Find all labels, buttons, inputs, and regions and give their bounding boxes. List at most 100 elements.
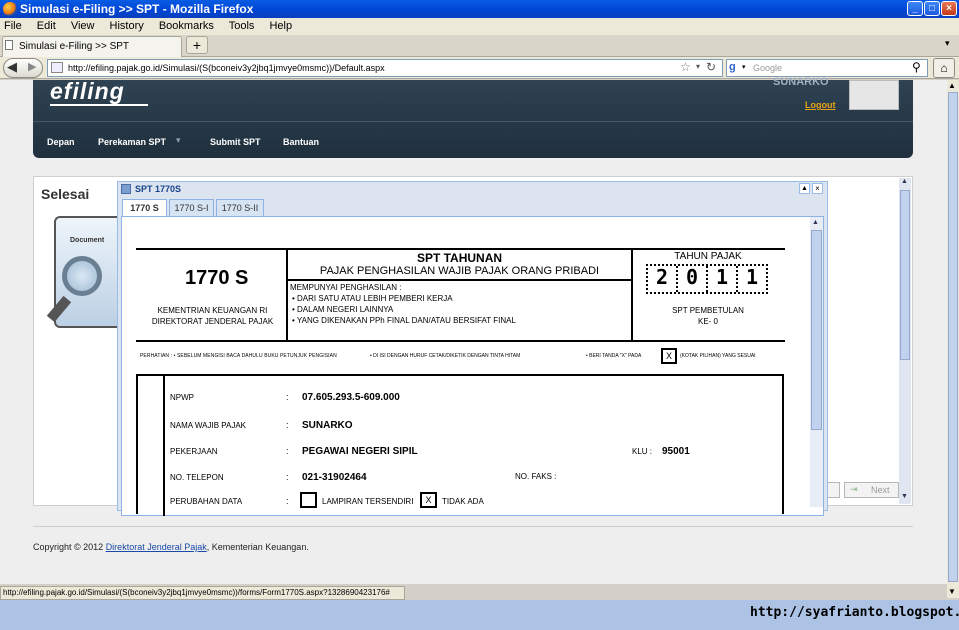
income-bullet: • YANG DIKENAKAN PPh FINAL DAN/ATAU BERS… <box>292 316 516 325</box>
tab-1770s-ii[interactable]: 1770 S-II <box>216 199 264 216</box>
page-title: Selesai <box>41 186 90 202</box>
tab-1770s[interactable]: 1770 S <box>122 199 167 216</box>
menu-view[interactable]: View <box>71 20 95 32</box>
avatar <box>849 80 899 110</box>
form-scroll-thumb[interactable] <box>811 230 822 430</box>
copyright-prefix: Copyright © 2012 <box>33 542 106 552</box>
logo-underline <box>50 104 148 106</box>
logout-link[interactable]: Logout <box>805 100 836 110</box>
tax-year-label: TAHUN PAJAK <box>674 251 742 262</box>
tax-year-digit: 2 <box>655 265 669 289</box>
taxpayer-data-box <box>136 374 784 514</box>
faks-label: NO. FAKS : <box>515 472 557 481</box>
reload-icon[interactable]: ↻ <box>706 60 716 74</box>
menu-bar: File Edit View History Bookmarks Tools H… <box>0 18 959 35</box>
tidak-ada-label: TIDAK ADA <box>442 497 484 506</box>
colon: : <box>286 420 289 430</box>
npwp-label: NPWP <box>170 393 194 402</box>
djp-link[interactable]: Direktorat Jenderal Pajak <box>106 542 207 552</box>
telepon-value: 021-31902464 <box>302 472 367 483</box>
form-scroll-up-icon[interactable]: ▲ <box>812 219 819 226</box>
username: SUNARKO <box>773 76 829 88</box>
lampiran-label: LAMPIRAN TERSENDIRI <box>322 497 414 506</box>
colon: : <box>286 496 289 506</box>
income-heading: MEMPUNYAI PENGHASILAN : <box>290 283 402 292</box>
issuer-line-1: KEMENTRIAN KEUANGAN RI <box>157 306 268 315</box>
menu-bookmarks[interactable]: Bookmarks <box>159 20 214 32</box>
lampiran-checkbox[interactable] <box>300 492 317 508</box>
search-engine-dropdown-icon[interactable]: ▾ <box>742 63 746 71</box>
page-icon <box>5 40 13 50</box>
npwp-value: 07.605.293.5-609.000 <box>302 392 400 403</box>
copyright: Copyright © 2012 Direktorat Jenderal Paj… <box>33 542 309 552</box>
klu-label: KLU : <box>632 447 653 456</box>
menu-file[interactable]: File <box>4 20 22 32</box>
content-scroll-up-icon[interactable]: ▲ <box>901 178 908 185</box>
magnifier-icon <box>62 256 102 296</box>
forward-arrow-icon[interactable]: ▶ <box>28 60 36 73</box>
efiling-logo: efiling <box>50 78 125 104</box>
spt-subtitle: PAJAK PENGHASILAN WAJIB PAJAK ORANG PRIB… <box>319 265 600 277</box>
new-tab-button[interactable]: + <box>186 36 208 54</box>
search-input[interactable]: Google <box>726 59 928 77</box>
pekerjaan-label: PEKERJAAN <box>170 447 218 456</box>
site-identity-icon[interactable] <box>51 62 63 73</box>
colon: : <box>286 446 289 456</box>
menu-help[interactable]: Help <box>269 20 292 32</box>
amendment-line-2: KE- 0 <box>697 317 718 326</box>
klu-value: 95001 <box>662 446 690 457</box>
notice-text: • BERI TANDA "X" PADA <box>586 353 642 359</box>
home-icon[interactable]: ⌂ <box>933 58 955 78</box>
search-icon[interactable]: ⚲ <box>912 60 921 74</box>
colon: : <box>286 392 289 402</box>
tidak-ada-checkbox[interactable]: X <box>420 492 437 508</box>
amendment-info: SPT PEMBETULAN KE- 0 <box>633 305 783 327</box>
digit-separator <box>706 266 708 292</box>
data-box-divider <box>163 376 165 516</box>
nav-depan[interactable]: Depan <box>47 137 75 147</box>
issuer-text: KEMENTRIAN KEUANGAN RI DIREKTORAT JENDER… <box>140 305 285 327</box>
previous-button[interactable] <box>826 482 840 498</box>
nav-bantuan[interactable]: Bantuan <box>283 137 319 147</box>
back-arrow-icon[interactable]: ◀ <box>7 59 17 75</box>
header-divider <box>631 248 633 342</box>
url-input[interactable]: http://efiling.pajak.go.id/Simulasi/(S(b… <box>47 59 723 77</box>
tab-list-icon[interactable]: ▾ <box>945 38 950 49</box>
url-dropdown-icon[interactable]: ▾ <box>696 62 700 71</box>
colon: : <box>286 472 289 482</box>
minimize-button[interactable]: _ <box>907 1 923 16</box>
content-scroll-thumb[interactable] <box>900 190 910 360</box>
spt-title: SPT TAHUNAN <box>416 251 503 265</box>
page-scroll-thumb[interactable] <box>948 92 958 582</box>
maximize-button[interactable]: □ <box>924 1 940 16</box>
next-arrow-icon: ⇥ <box>850 484 858 494</box>
watermark: http://syafrianto.blogspot.com <box>750 605 959 620</box>
digit-separator <box>676 266 678 292</box>
tab-1770s-i[interactable]: 1770 S-I <box>169 199 214 216</box>
collapse-icon[interactable]: ▲ <box>799 183 810 194</box>
document-icon-label: Document <box>70 237 105 244</box>
telepon-label: NO. TELEPON <box>170 473 224 482</box>
header-divider <box>288 279 631 281</box>
content-scroll-down-icon[interactable]: ▼ <box>901 493 908 500</box>
menu-edit[interactable]: Edit <box>37 20 56 32</box>
form-number: 1770 S <box>185 267 249 289</box>
search-engine-icon[interactable]: g <box>729 61 741 73</box>
nama-value: SUNARKO <box>302 420 353 431</box>
nav-perekaman-spt[interactable]: Perekaman SPT <box>98 137 166 147</box>
tax-year-digit: 0 <box>685 265 699 289</box>
menu-history[interactable]: History <box>110 20 144 32</box>
pekerjaan-value: PEGAWAI NEGERI SIPIL <box>302 446 418 457</box>
menu-tools[interactable]: Tools <box>229 20 255 32</box>
status-bar: http://efiling.pajak.go.id/Simulasi/(S(b… <box>0 586 405 600</box>
nav-divider <box>33 121 913 122</box>
dialog-close-icon[interactable]: × <box>812 183 823 194</box>
chevron-down-icon[interactable]: ▾ <box>176 135 181 146</box>
scroll-down-icon[interactable]: ▼ <box>948 587 956 596</box>
bookmark-star-icon[interactable]: ☆ <box>680 60 691 74</box>
issuer-line-2: DIREKTORAT JENDERAL PAJAK <box>151 317 274 326</box>
nav-submit-spt[interactable]: Submit SPT <box>210 137 261 147</box>
scroll-up-icon[interactable]: ▲ <box>948 81 956 90</box>
browser-tab[interactable]: Simulasi e-Filing >> SPT <box>2 36 182 57</box>
close-button[interactable]: × <box>941 1 957 16</box>
